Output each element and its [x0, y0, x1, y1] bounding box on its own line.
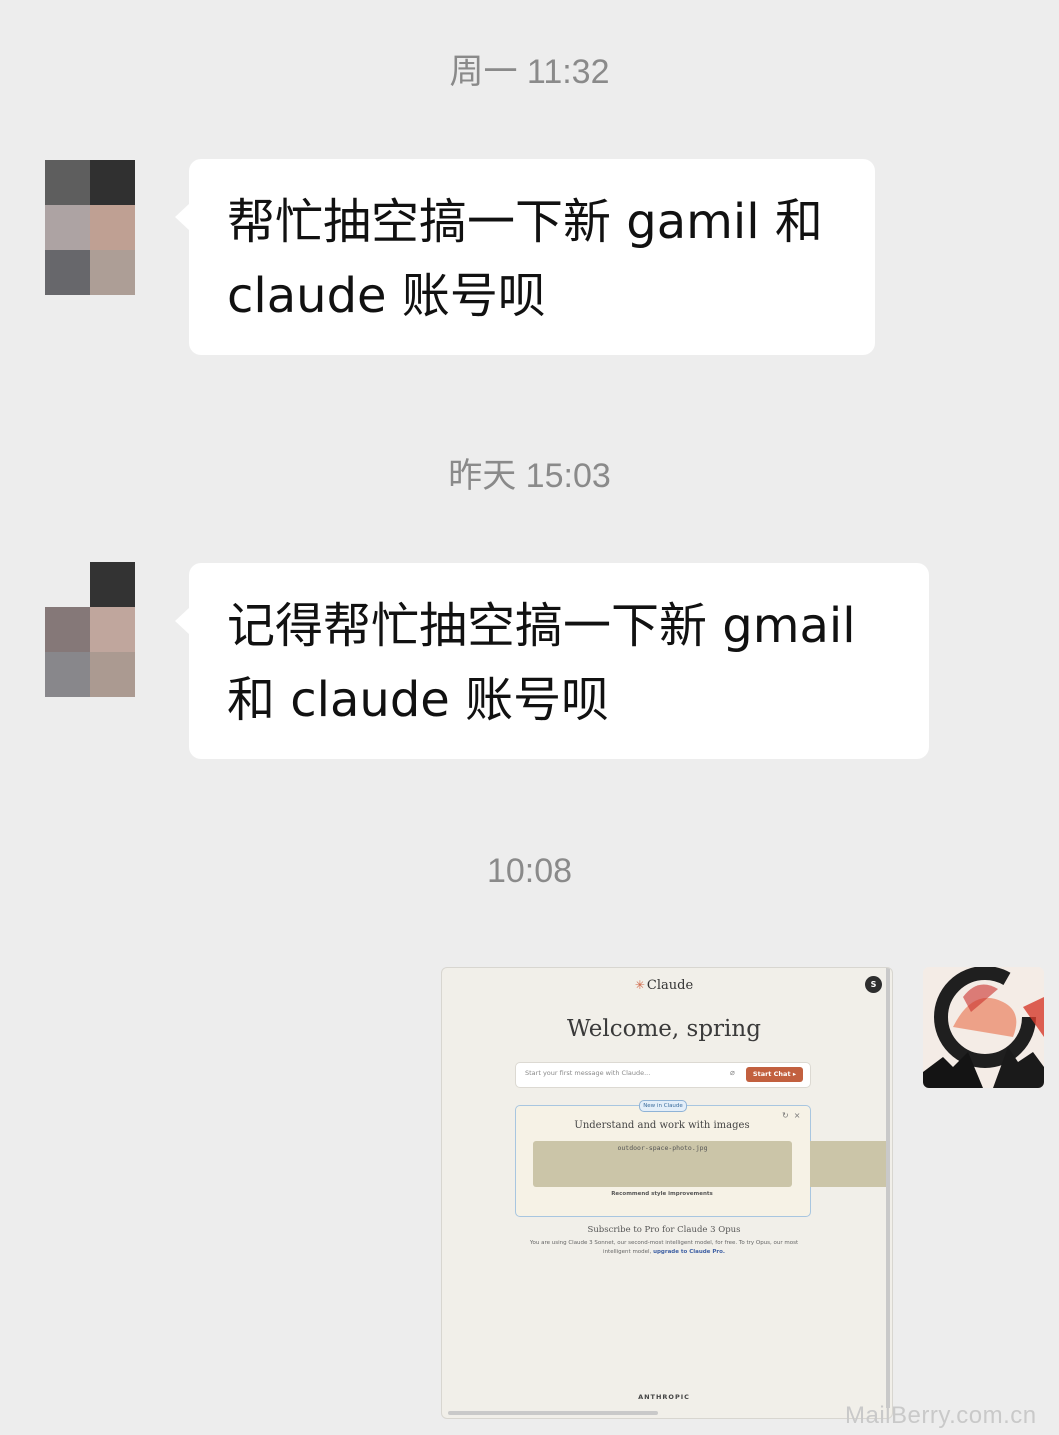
account-avatar: S	[865, 976, 882, 993]
watermark: MailBerry.com.cn	[845, 1402, 1037, 1429]
contact-avatar[interactable]	[45, 160, 135, 295]
message-input-placeholder: Start your first message with Claude...	[525, 1069, 651, 1077]
image-filename: outdoor-space-photo.jpg	[617, 1144, 708, 1152]
card-controls: ↻ ×	[782, 1111, 801, 1120]
message-text-line: 记得帮忙抽空搞一下新 gmail	[227, 598, 856, 654]
message-text-line: claude 账号呗	[227, 268, 546, 324]
contact-avatar[interactable]	[45, 562, 135, 697]
claude-star-icon: ✳	[634, 978, 645, 992]
subscribe-title: Subscribe to Pro for Claude 3 Opus	[587, 1225, 741, 1235]
welcome-heading: Welcome, spring	[567, 1016, 761, 1042]
message-text-line: 帮忙抽空搞一下新 gamil 和	[227, 194, 823, 250]
refresh-icon: ↻	[782, 1111, 789, 1120]
start-chat-label: Start Chat	[752, 1070, 791, 1078]
self-avatar[interactable]	[923, 967, 1044, 1088]
message-bubble[interactable]: 记得帮忙抽空搞一下新 gmail 和 claude 账号呗	[175, 563, 929, 759]
message-input: Start your first message with Claude... …	[515, 1062, 811, 1088]
timestamp-today: 10:08	[486, 852, 573, 890]
message-bubble[interactable]: 帮忙抽空搞一下新 gamil 和 claude 账号呗	[175, 159, 875, 355]
bubble-tail	[175, 203, 190, 231]
timestamp-monday: 周一 11:32	[449, 53, 610, 91]
new-badge: New in Claude	[639, 1100, 687, 1112]
ink-brush-avatar-icon	[923, 967, 1044, 1088]
subscribe-text: You are using Claude 3 Sonnet, our secon…	[522, 1239, 806, 1257]
claude-brand: ✳ Claude	[442, 978, 886, 993]
timestamp-yesterday: 昨天 15:03	[448, 457, 611, 495]
upgrade-link: upgrade to Claude Pro.	[653, 1249, 725, 1255]
feature-card-action: Recommend style improvements	[611, 1191, 713, 1197]
bubble-tail	[175, 607, 190, 635]
shared-screenshot-image[interactable]: ✳ Claude S Welcome, spring Start your fir…	[441, 967, 893, 1419]
message-text-line: 和 claude 账号呗	[227, 672, 610, 728]
close-icon: ×	[793, 1111, 801, 1120]
feature-card-title: Understand and work with images	[574, 1120, 750, 1131]
horizontal-scrollbar	[448, 1411, 658, 1415]
claude-brand-label: Claude	[646, 978, 694, 993]
vertical-scrollbar	[886, 968, 890, 1408]
start-chat-button: Start Chat ▸	[746, 1067, 803, 1082]
image-placeholder: outdoor-space-photo.jpg	[533, 1141, 792, 1187]
anthropic-footer: ANTHROPIC	[638, 1393, 690, 1401]
attachment-icon: ⌀	[730, 1068, 735, 1077]
image-placeholder-secondary	[810, 1141, 886, 1187]
